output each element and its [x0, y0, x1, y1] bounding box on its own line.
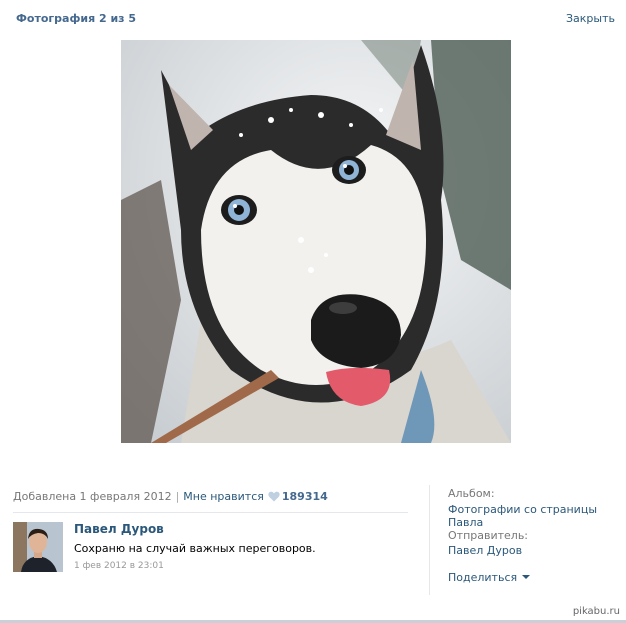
separator: | — [175, 490, 180, 503]
comment-date[interactable]: 1 фев 2012 в 23:01 — [74, 561, 164, 571]
watermark: pikabu.ru — [572, 606, 620, 617]
heart-icon[interactable] — [268, 491, 280, 502]
chevron-down-icon — [522, 575, 531, 579]
like-link[interactable]: Мне нравится — [183, 490, 264, 503]
husky-photo-illustration — [121, 40, 511, 443]
photo[interactable] — [121, 40, 511, 443]
photo-counter-title: Фотография 2 из 5 — [16, 12, 137, 25]
photo-viewer-header: Фотография 2 из 5 Закрыть — [0, 0, 626, 36]
close-link[interactable]: Закрыть — [566, 12, 615, 25]
like-count[interactable]: 189314 — [282, 490, 328, 503]
vertical-divider — [429, 485, 430, 595]
share-button[interactable]: Поделиться — [448, 571, 531, 584]
avatar-portrait-icon — [13, 522, 63, 572]
added-date: Добавлена 1 февраля 2012 — [13, 490, 172, 503]
photo-info-line: Добавлена 1 февраля 2012 | Мне нравится 189… — [13, 490, 328, 503]
album-link[interactable]: Фотографии со страницы Павла — [448, 503, 626, 529]
share-label: Поделиться — [448, 571, 518, 584]
sender-label: Отправитель: — [448, 529, 529, 542]
album-label: Альбом: — [448, 487, 495, 500]
photo-description: Сохраню на случай важных переговоров. — [74, 542, 316, 555]
divider — [13, 512, 408, 513]
avatar[interactable] — [13, 522, 63, 572]
comment-author[interactable]: Павел Дуров — [74, 522, 164, 536]
sender-link[interactable]: Павел Дуров — [448, 544, 522, 557]
